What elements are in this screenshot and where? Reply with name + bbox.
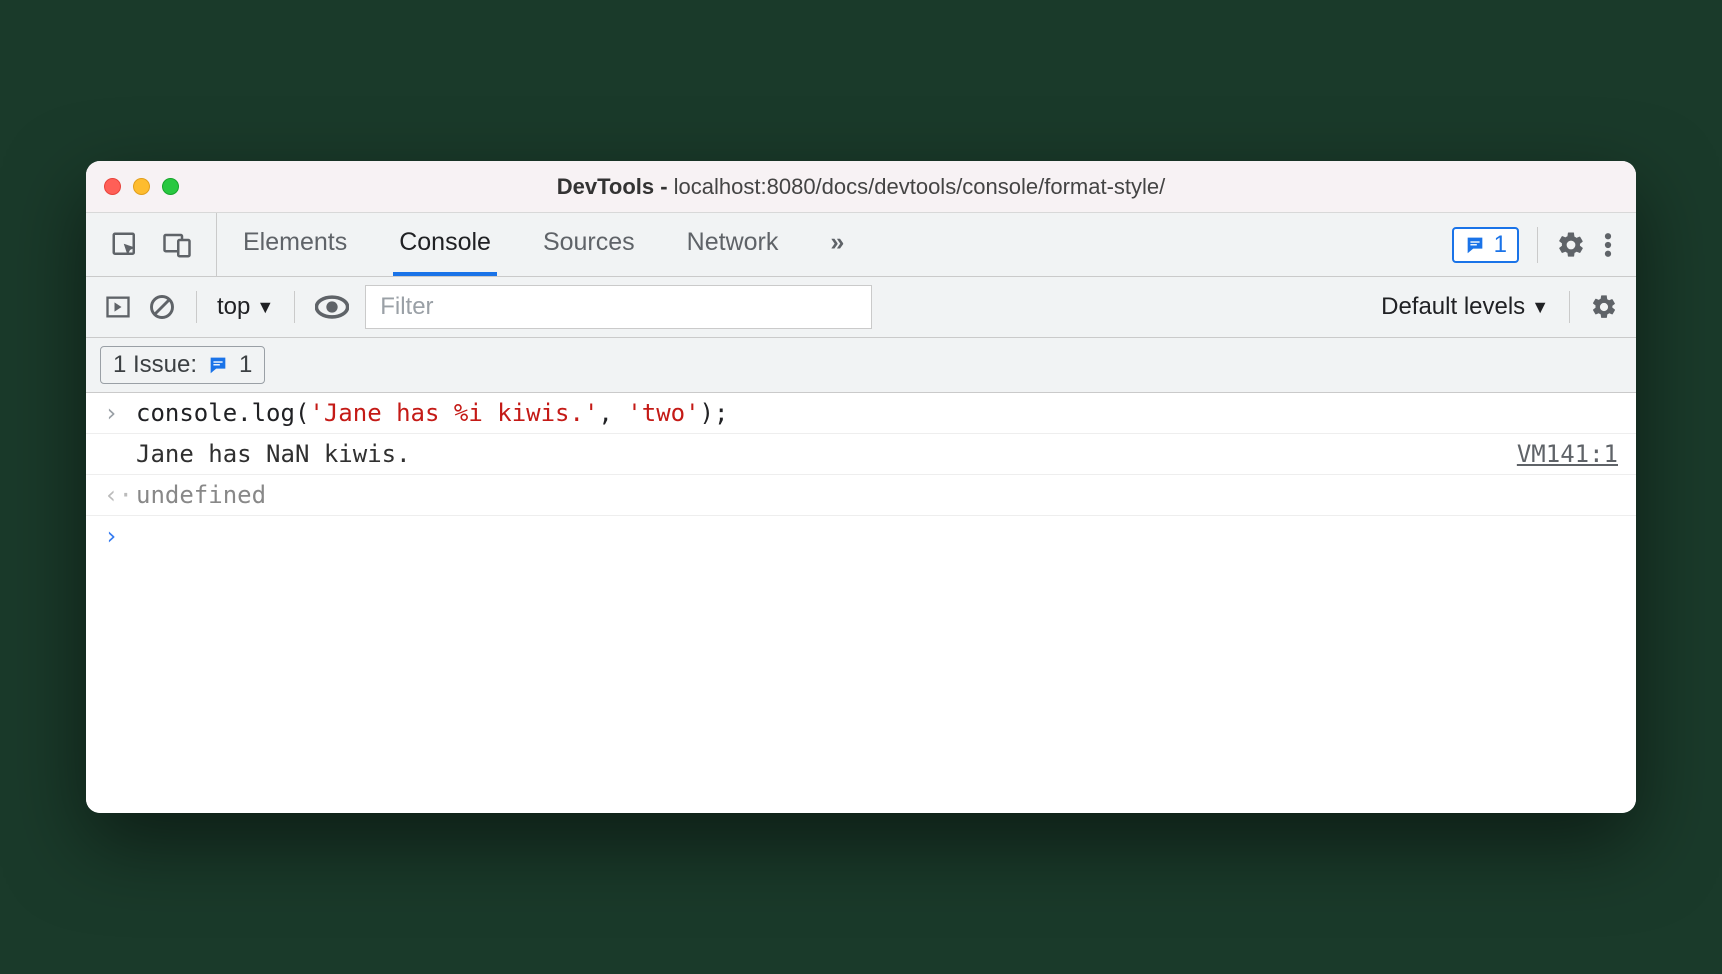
title-prefix: DevTools - xyxy=(557,174,674,199)
settings-icon[interactable] xyxy=(1556,230,1586,260)
log-levels-selector[interactable]: Default levels ▼ xyxy=(1381,293,1549,321)
console-output: › console.log('Jane has %i kiwis.', 'two… xyxy=(86,393,1636,813)
title-path: localhost:8080/docs/devtools/console/for… xyxy=(674,174,1166,199)
close-window-button[interactable] xyxy=(104,178,121,195)
console-settings-icon[interactable] xyxy=(1590,293,1618,321)
code-token: .log( xyxy=(237,399,309,427)
code-token: , xyxy=(598,399,627,427)
tabbar-right-group: 1 xyxy=(1428,213,1636,276)
context-label: top xyxy=(217,293,250,321)
prompt-chevron-icon: › xyxy=(104,522,136,550)
console-output-row: Jane has NaN kiwis. VM141:1 xyxy=(86,434,1636,475)
issues-label: 1 Issue: xyxy=(113,351,197,379)
console-return-value: undefined xyxy=(136,481,1618,509)
panel-tabs: Elements Console Sources Network » xyxy=(217,213,1428,276)
input-chevron-icon: › xyxy=(104,399,136,427)
issues-count: 1 xyxy=(1494,231,1507,259)
issues-chip-count: 1 xyxy=(239,351,252,379)
chevron-down-icon: ▼ xyxy=(1531,297,1549,318)
tab-elements[interactable]: Elements xyxy=(237,213,353,276)
console-input-code[interactable]: console.log('Jane has %i kiwis.', 'two')… xyxy=(136,399,1618,427)
code-token: ); xyxy=(700,399,729,427)
console-output-text: Jane has NaN kiwis. xyxy=(136,440,1517,468)
separator xyxy=(1569,291,1570,323)
device-toggle-icon[interactable] xyxy=(162,230,192,260)
code-token: console xyxy=(136,399,237,427)
separator xyxy=(1537,227,1538,263)
source-link[interactable]: VM141:1 xyxy=(1517,440,1618,468)
inspect-element-icon[interactable] xyxy=(110,230,140,260)
chat-icon xyxy=(1464,234,1486,256)
separator xyxy=(196,291,197,323)
tab-network[interactable]: Network xyxy=(681,213,785,276)
main-tabbar: Elements Console Sources Network » 1 xyxy=(86,213,1636,277)
tab-overflow[interactable]: » xyxy=(824,213,850,276)
code-string-token: 'two' xyxy=(627,399,699,427)
separator xyxy=(294,291,295,323)
issues-badge[interactable]: 1 xyxy=(1452,227,1519,263)
tab-console[interactable]: Console xyxy=(393,213,497,276)
traffic-lights xyxy=(104,178,179,195)
code-string-token: 'Jane has %i kiwis.' xyxy=(309,399,598,427)
titlebar: DevTools - localhost:8080/docs/devtools/… xyxy=(86,161,1636,213)
more-menu-icon[interactable] xyxy=(1604,230,1612,260)
tab-sources[interactable]: Sources xyxy=(537,213,641,276)
minimize-window-button[interactable] xyxy=(133,178,150,195)
console-toolbar: top ▼ Default levels ▼ xyxy=(86,277,1636,338)
levels-label: Default levels xyxy=(1381,293,1525,321)
context-selector[interactable]: top ▼ xyxy=(217,293,274,321)
live-expression-icon[interactable] xyxy=(315,293,349,321)
devtools-window: DevTools - localhost:8080/docs/devtools/… xyxy=(86,161,1636,813)
chevron-down-icon: ▼ xyxy=(256,297,274,318)
console-return-row: ‹· undefined xyxy=(86,475,1636,516)
issues-bar: 1 Issue: 1 xyxy=(86,338,1636,393)
toolbar-left-group xyxy=(86,213,217,276)
issues-chip[interactable]: 1 Issue: 1 xyxy=(100,346,265,384)
return-chevron-icon: ‹· xyxy=(104,481,136,509)
console-prompt-row[interactable]: › xyxy=(86,516,1636,556)
toggle-drawer-icon[interactable] xyxy=(104,293,132,321)
maximize-window-button[interactable] xyxy=(162,178,179,195)
filter-input[interactable] xyxy=(365,285,872,329)
window-title: DevTools - localhost:8080/docs/devtools/… xyxy=(557,174,1166,200)
chat-icon xyxy=(207,354,229,376)
clear-console-icon[interactable] xyxy=(148,293,176,321)
console-input-row: › console.log('Jane has %i kiwis.', 'two… xyxy=(86,393,1636,434)
